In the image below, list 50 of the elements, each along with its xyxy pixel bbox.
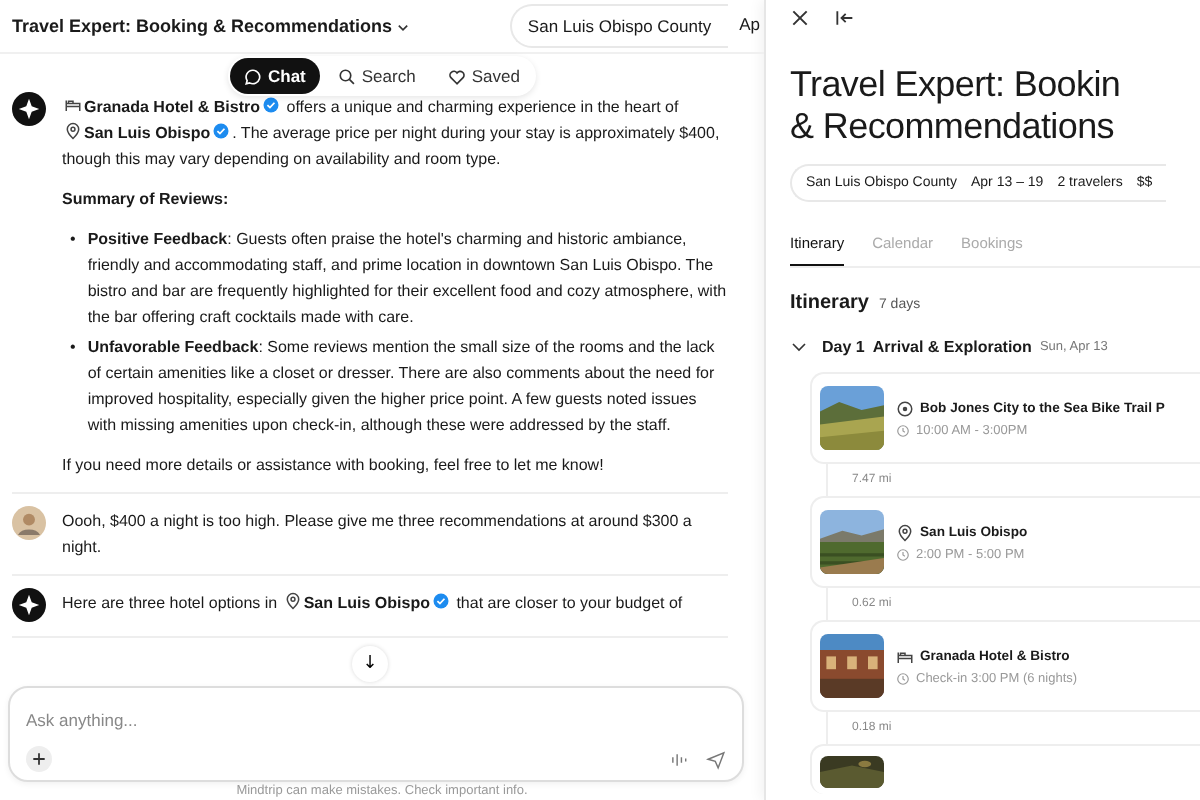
message-text: If you need more details or assistance with booking, feel free to let me know! [62, 454, 606, 478]
place-link[interactable]: Granada Hotel & Bistro [62, 98, 283, 116]
mode-tab[interactable]: Saved [433, 58, 534, 94]
chat-title[interactable]: Travel Expert: Booking & Recommendations [12, 16, 411, 36]
heart-icon [447, 67, 466, 85]
close-icon[interactable] [790, 8, 810, 28]
send-icon[interactable] [706, 749, 726, 769]
scroll-down-button[interactable]: ↓ [352, 646, 388, 682]
message-text: Granada Hotel & Bistro offers a unique and charming experience in the heart of San Luis Obispo . The average price per night during your stay is approximately $400, though this may vary depending on availability and room type. [62, 94, 722, 172]
caret-icon [396, 19, 411, 33]
panel-title: & Recommendations [790, 106, 1114, 146]
message-text: Here are three hotel options in San Luis Obispo that are closer to your budget of [62, 590, 685, 616]
bullet-text: Positive Feedback: Guests often praise the hotel's charming and historic ambiance, friendly and accommodating staff, and prime location in downtown San Luis Obispo. The bistro and bar are frequently highlighted for their excellent food and cozy atmosphere, with the bar offering craft cocktails made with care. [87, 228, 728, 330]
day-label: Day 1 [822, 338, 865, 356]
panel-title: Travel Expert: Bookin [790, 64, 1121, 104]
assistant-avatar-icon [12, 588, 46, 622]
activity-icon [896, 399, 914, 417]
bullet-marker: • [70, 336, 76, 360]
search-icon [337, 67, 356, 85]
message-input[interactable]: Ask anything... [26, 710, 726, 730]
clock-icon [896, 423, 910, 437]
place-link[interactable]: San Luis Obispo [62, 124, 233, 142]
day-title: Arrival & Exploration [872, 338, 1032, 356]
chat-bubble-icon [244, 67, 262, 85]
itinerary-heading: Itinerary [790, 292, 869, 314]
location-pin-icon [283, 592, 302, 610]
voice-icon[interactable] [670, 749, 690, 769]
mode-tab[interactable]: Search [323, 58, 430, 94]
verified-badge-icon [212, 122, 231, 140]
location-pin-icon [64, 122, 82, 140]
stop-card[interactable] [810, 744, 1200, 794]
assistant-avatar-icon [12, 92, 46, 126]
bed-icon [896, 647, 914, 665]
message-text: Oooh, $400 a night is too high. Please give me three recommendations at around $300 a night. [62, 510, 694, 560]
section-heading: Summary of Reviews: [62, 188, 231, 212]
bullet-marker: • [70, 228, 76, 252]
filter-chip[interactable]: Ap [735, 4, 764, 48]
chevron-icon[interactable] [790, 338, 808, 356]
clock-icon [896, 671, 910, 685]
user-avatar-icon [12, 506, 46, 540]
collapse-icon[interactable] [834, 8, 854, 28]
filter-chip[interactable]: San Luis Obispo County [509, 4, 728, 48]
bed-icon [64, 96, 82, 114]
verified-badge-icon [431, 592, 450, 610]
add-icon[interactable] [26, 746, 52, 772]
place-link[interactable]: San Luis Obispo [281, 594, 452, 612]
clock-icon [896, 547, 910, 561]
bullet-text: Unfavorable Feedback: Some reviews mention the small size of the rooms and the lack of certain amenities like a closet or dresser. There are also comments about the need for improved hospitality, especially given the higher price point. A few guests noted issues with missing amenities upon check-in, although these were addressed by the staff. [87, 336, 717, 438]
mode-tab[interactable]: Chat [230, 58, 320, 94]
location-pin-icon [896, 523, 914, 541]
